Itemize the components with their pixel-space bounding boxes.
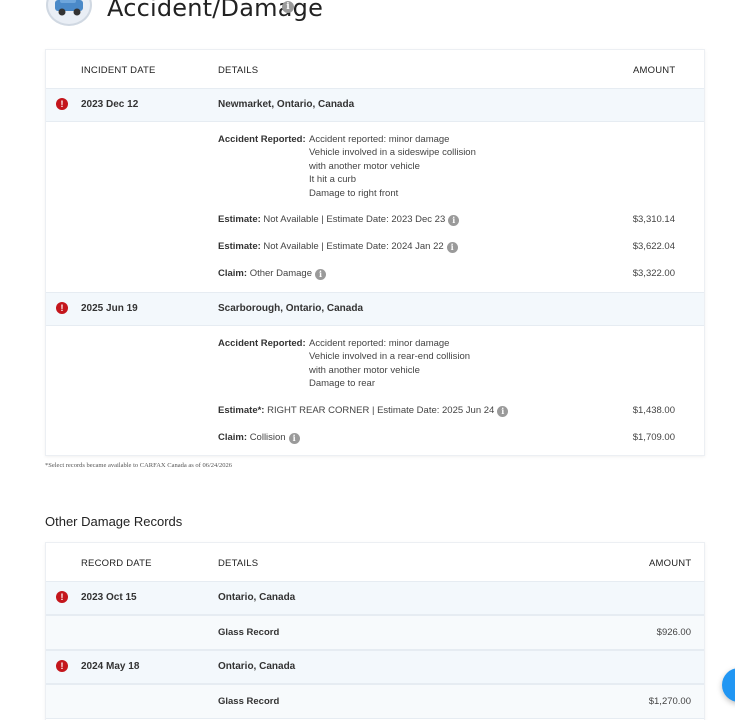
record-date: 2025 Jun 19 bbox=[81, 303, 138, 314]
estimate-line: Estimate: Not Available | Estimate Date:… bbox=[218, 214, 460, 226]
section-title-other-damage: Other Damage Records bbox=[45, 514, 183, 529]
estimate-label: Estimate: bbox=[218, 241, 261, 252]
table-row[interactable] bbox=[46, 650, 704, 684]
alert-circle-icon: ! bbox=[56, 660, 68, 672]
record-date: 2023 Oct 15 bbox=[81, 592, 137, 603]
record-date: 2024 May 18 bbox=[81, 661, 140, 672]
accident-reported-details: Accident reported: minor damage Vehicle … bbox=[309, 337, 470, 391]
claim-line: Claim: Other Damage i bbox=[218, 268, 326, 280]
detail-line: with another motor vehicle bbox=[309, 364, 420, 376]
info-icon[interactable]: i bbox=[446, 242, 458, 253]
record-detail: Glass Record bbox=[218, 627, 280, 638]
claim-label: Claim: bbox=[218, 432, 248, 443]
detail-line: Vehicle involved in a rear-end collision bbox=[309, 351, 471, 363]
estimate-text: Not Available | Estimate Date: 2024 Jan … bbox=[263, 241, 444, 252]
amount-value: $926.00 bbox=[656, 627, 691, 638]
alert-circle-icon: ! bbox=[56, 98, 68, 110]
info-icon[interactable]: i bbox=[282, 1, 294, 13]
amount-value: $3,322.00 bbox=[632, 268, 675, 279]
estimate-text: RIGHT REAR CORNER | Estimate Date: 2025 … bbox=[267, 405, 495, 416]
detail-line: It hit a curb bbox=[309, 174, 356, 186]
claim-text: Collision bbox=[249, 432, 286, 443]
table-header: INCIDENT DATE DETAILS AMOUNT bbox=[46, 50, 704, 88]
accident-reported-label: Accident Reported: bbox=[218, 338, 306, 349]
record-date: 2023 Dec 12 bbox=[81, 99, 139, 110]
table-row[interactable] bbox=[46, 88, 704, 122]
record-location: Ontario, Canada bbox=[218, 661, 296, 672]
footnote: *Select records became available to CARF… bbox=[45, 462, 233, 469]
info-icon[interactable]: i bbox=[315, 269, 326, 280]
column-header-date: RECORD DATE bbox=[81, 558, 152, 569]
detail-line: Vehicle involved in a sideswipe collisio… bbox=[309, 147, 476, 159]
claim-text: Other Damage bbox=[249, 268, 312, 279]
detail-line: Damage to rear bbox=[309, 378, 376, 390]
estimate-label: Estimate: bbox=[218, 214, 261, 225]
estimate-text: Not Available | Estimate Date: 2023 Dec … bbox=[263, 214, 446, 225]
amount-value: $3,622.04 bbox=[632, 241, 675, 252]
info-icon[interactable]: i bbox=[448, 215, 460, 226]
table-row[interactable] bbox=[46, 292, 704, 326]
amount-value: $3,310.14 bbox=[632, 214, 675, 225]
column-header-details: DETAILS bbox=[218, 65, 259, 76]
detail-line: Accident reported: minor damage bbox=[309, 134, 450, 145]
info-icon[interactable]: i bbox=[497, 406, 509, 417]
info-icon[interactable]: i bbox=[288, 433, 300, 444]
record-detail: Glass Record bbox=[218, 696, 280, 707]
estimate-line: Estimate: Not Available | Estimate Date:… bbox=[218, 241, 458, 253]
record-location: Scarborough, Ontario, Canada bbox=[218, 303, 364, 314]
accident-reported-details: Accident reported: minor damage Vehicle … bbox=[309, 133, 476, 200]
amount-value: $1,270.00 bbox=[648, 696, 691, 707]
alert-circle-icon: ! bbox=[56, 591, 68, 603]
record-location: Ontario, Canada bbox=[218, 592, 296, 603]
alert-circle-icon: ! bbox=[56, 302, 68, 314]
column-header-amount: AMOUNT bbox=[649, 558, 692, 569]
detail-line: Accident reported: minor damage bbox=[309, 338, 450, 349]
estimate-line: Estimate*: RIGHT REAR CORNER | Estimate … bbox=[218, 405, 509, 417]
amount-value: $1,438.00 bbox=[632, 405, 675, 416]
table-row[interactable] bbox=[46, 581, 704, 615]
estimate-label: Estimate*: bbox=[218, 405, 265, 416]
detail-line: Damage to right front bbox=[309, 187, 399, 199]
record-location: Newmarket, Ontario, Canada bbox=[218, 99, 355, 110]
amount-value: $1,709.00 bbox=[632, 432, 675, 443]
help-fab-button[interactable] bbox=[722, 668, 735, 702]
detail-line: with another motor vehicle bbox=[309, 160, 420, 172]
claim-label: Claim: bbox=[218, 268, 248, 279]
column-header-date: INCIDENT DATE bbox=[81, 65, 156, 76]
column-header-details: DETAILS bbox=[218, 558, 259, 569]
other-damage-table: RECORD DATE DETAILS AMOUNT ! 2023 Oct 15… bbox=[45, 542, 705, 720]
accident-table: INCIDENT DATE DETAILS AMOUNT ! 2023 Dec … bbox=[45, 49, 705, 456]
car-damage-logo bbox=[46, 0, 92, 26]
column-header-amount: AMOUNT bbox=[633, 65, 676, 76]
claim-line: Claim: Collision i bbox=[218, 432, 300, 444]
table-header: RECORD DATE DETAILS AMOUNT bbox=[46, 543, 704, 581]
accident-reported-label: Accident Reported: bbox=[218, 134, 306, 145]
